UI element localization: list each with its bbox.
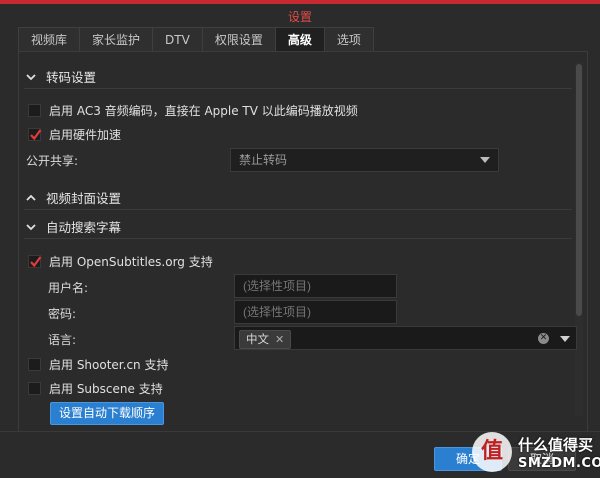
chevron-up-icon xyxy=(26,194,36,201)
public-share-select[interactable]: 禁止转码 xyxy=(230,148,499,172)
remove-chip-icon[interactable]: ✕ xyxy=(275,331,284,348)
shooter-option[interactable]: 启用 Shooter.cn 支持 xyxy=(28,356,168,373)
section-auto-subtitle[interactable]: 自动搜索字幕 xyxy=(26,217,121,236)
dropdown-arrow-icon xyxy=(480,157,490,163)
divider xyxy=(24,238,572,239)
chevron-down-icon xyxy=(26,223,36,230)
public-share-label: 公开共享: xyxy=(26,154,79,168)
tab-bar: 视频库 家长监护 DTV 权限设置 高级 选项 xyxy=(18,27,374,52)
window-top-accent-bar xyxy=(0,0,600,4)
section-transcode[interactable]: 转码设置 xyxy=(26,67,96,86)
tab-permissions[interactable]: 权限设置 xyxy=(201,27,276,52)
scrollbar-thumb[interactable] xyxy=(576,64,582,316)
window-title: 设置 xyxy=(287,10,312,24)
section-video-cover[interactable]: 视频封面设置 xyxy=(26,188,121,207)
divider xyxy=(24,88,572,89)
checkmark-icon xyxy=(30,129,42,141)
divider xyxy=(24,209,572,210)
opensubtitles-label: 启用 OpenSubtitles.org 支持 xyxy=(49,255,213,269)
watermark-text: 什么值得买 xyxy=(518,436,594,454)
language-select[interactable]: 中文 ✕ ✕ xyxy=(234,326,577,350)
tab-advanced[interactable]: 高级 xyxy=(274,27,325,52)
watermark-logo-icon: 值 xyxy=(472,432,512,472)
hw-accel-label: 启用硬件加速 xyxy=(49,128,122,142)
shooter-label: 启用 Shooter.cn 支持 xyxy=(49,358,169,372)
tab-video-library[interactable]: 视频库 xyxy=(18,27,81,52)
watermark-domain: SMZDM.COM xyxy=(518,456,600,471)
hw-accel-checkbox[interactable] xyxy=(28,128,42,141)
checkmark-icon xyxy=(30,256,42,268)
section-auto-subtitle-title: 自动搜索字幕 xyxy=(46,220,122,235)
language-label: 语言: xyxy=(48,333,77,347)
password-label: 密码: xyxy=(48,307,77,321)
watermark: 值 什么值得买 SMZDM.COM xyxy=(468,428,600,478)
tab-dtv[interactable]: DTV xyxy=(152,27,203,52)
section-video-cover-title: 视频封面设置 xyxy=(46,191,122,206)
opensubtitles-checkbox[interactable] xyxy=(28,255,42,268)
ac3-label: 启用 AC3 音频编码，直接在 Apple TV 以此编码播放视频 xyxy=(49,104,358,118)
hw-accel-option[interactable]: 启用硬件加速 xyxy=(28,126,121,143)
username-label: 用户名: xyxy=(48,281,89,295)
set-download-order-button[interactable]: 设置自动下载顺序 xyxy=(50,402,164,425)
subscene-checkbox[interactable] xyxy=(28,382,41,395)
username-input[interactable] xyxy=(234,274,397,298)
opensubtitles-option[interactable]: 启用 OpenSubtitles.org 支持 xyxy=(28,253,213,270)
ac3-option[interactable]: 启用 AC3 音频编码，直接在 Apple TV 以此编码播放视频 xyxy=(28,102,358,119)
subscene-option[interactable]: 启用 Subscene 支持 xyxy=(28,380,163,397)
ac3-checkbox[interactable] xyxy=(28,104,41,117)
language-chip[interactable]: 中文 ✕ xyxy=(239,330,292,349)
section-transcode-title: 转码设置 xyxy=(46,70,97,85)
subscene-label: 启用 Subscene 支持 xyxy=(49,382,163,396)
public-share-value: 禁止转码 xyxy=(239,153,288,167)
password-input[interactable] xyxy=(234,300,397,324)
tab-options[interactable]: 选项 xyxy=(323,27,374,52)
dropdown-arrow-icon[interactable] xyxy=(560,336,570,342)
language-chip-label: 中文 xyxy=(246,332,269,346)
chevron-down-icon xyxy=(26,73,36,80)
shooter-checkbox[interactable] xyxy=(28,358,41,371)
tab-parental-control[interactable]: 家长监护 xyxy=(79,27,154,52)
clear-icon[interactable]: ✕ xyxy=(538,333,549,344)
